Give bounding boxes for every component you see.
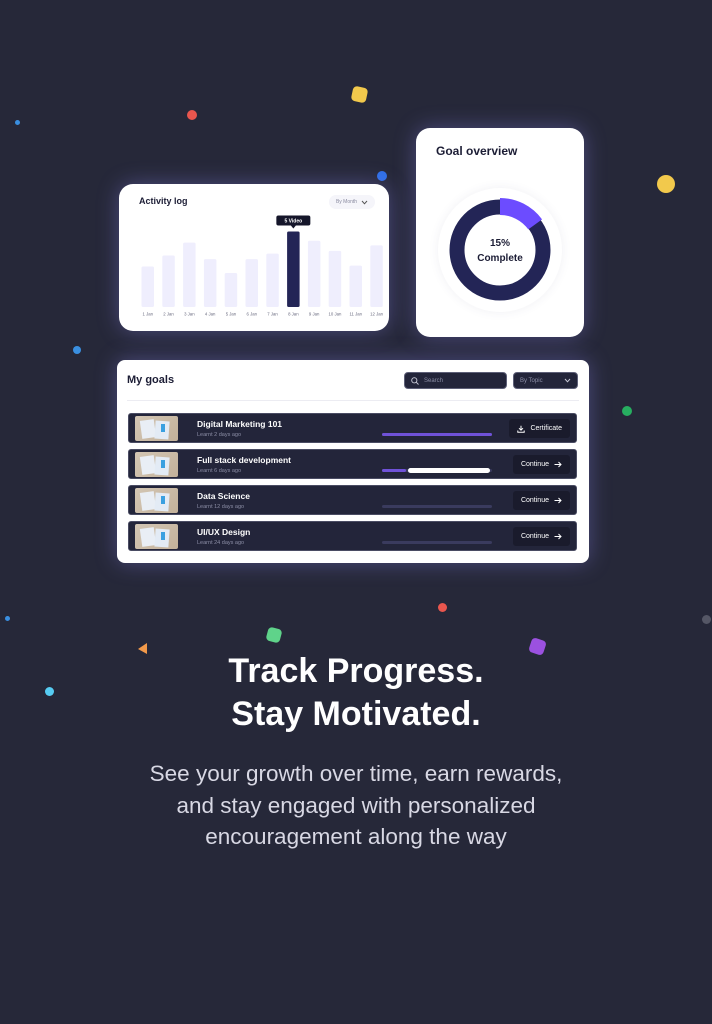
download-icon [517,425,526,433]
by-topic-dropdown[interactable]: By Topic [513,372,578,389]
activity-tooltip-pointer [290,225,296,229]
description: See your growth over time, earn rewards,… [120,758,592,853]
activity-x-tick-label: 8 Jan [288,312,299,317]
activity-bar[interactable] [203,259,217,307]
headline-line-1: Track Progress. [228,652,484,690]
continue-label: Continue [520,461,549,468]
goal-last-learnt: Learnt 2 days ago [197,432,242,438]
goal-name: Digital Marketing 101 [197,419,283,429]
description-line-2: and stay engaged with personalized [176,792,536,818]
confetti-dot [622,406,632,416]
goal-last-learnt: Learnt 24 days ago [197,540,245,546]
activity-x-tick-label: 4 Jan [205,312,216,317]
activity-bar[interactable] [141,266,155,307]
goal-name: UI/UX Design [197,527,251,537]
certificate-button[interactable]: Certificate [509,419,570,438]
goal-progress-bar [382,505,492,508]
goal-complete-label: Complete [477,253,523,264]
goal-name: Data Science [197,491,250,501]
activity-x-tick-label: 7 Jan [267,312,278,317]
headline: Track Progress. Stay Motivated. [0,650,712,736]
course-thumbnail [135,488,178,513]
activity-x-tick-label: 5 Jan [226,312,237,317]
confetti-dot [657,175,675,193]
goal-percent: 15% [489,238,510,249]
activity-log-title: Activity log [139,196,188,206]
description-line-1: See your growth over time, earn rewards, [149,761,563,786]
certificate-label: Certificate [530,425,562,432]
activity-x-tick-label: 10 Jan [328,312,342,317]
confetti-dot [702,615,711,624]
search-placeholder: Search [424,377,444,384]
confetti-dot [15,120,20,125]
continue-button[interactable]: Continue [512,455,570,474]
chevron-down-icon [361,200,368,205]
description-line-3: encouragement along the way [205,824,507,849]
goal-overview-card: Goal overview 15% Complete [416,128,584,337]
by-month-dropdown[interactable]: By Month [329,195,375,209]
arrow-right-icon [554,461,562,468]
goal-row-full-stack[interactable]: Full stack development Learnt 6 days ago… [128,449,577,479]
continue-label: Continue [520,533,549,540]
my-goals-card: My goals Search By Topic Digital Marketi… [117,360,589,563]
arrow-right-icon [554,533,562,540]
activity-log-card: 1 Jan 2 Jan 3 Jan 4 Jan 5 Jan 6 Jan 7 Jan 8 Jan… [119,184,389,331]
goal-name: Full stack development [197,455,291,465]
confetti-dot [187,110,197,120]
goal-row-ui-ux[interactable]: UI/UX Design Learnt 24 days ago Continue [128,521,577,551]
activity-tooltip-label: 5 Video [284,218,302,224]
goal-progress-bar [382,468,492,473]
activity-x-tick-label: 2 Jan [163,312,174,317]
continue-button[interactable]: Continue [512,491,570,510]
by-month-label: By Month [335,199,358,205]
activity-bar[interactable] [183,242,196,307]
goal-progress-bar [382,541,492,544]
activity-bar[interactable] [370,245,383,307]
goal-last-learnt: Learnt 12 days ago [197,504,245,510]
course-thumbnail [135,416,178,441]
course-thumbnail [135,452,178,477]
activity-x-tick-label: 3 Jan [184,312,195,317]
activity-bar[interactable] [266,253,279,307]
goal-row-data-science[interactable]: Data Science Learnt 12 days ago Continue [128,485,577,515]
goal-donut-chart: 15% Complete [438,188,562,312]
activity-bar[interactable] [307,240,321,307]
activity-x-tick-label: 6 Jan [246,312,257,317]
confetti-square [350,85,369,104]
confetti-dot [73,346,81,354]
activity-x-tick-label: 9 Jan [309,312,320,317]
activity-bar[interactable] [224,272,238,307]
search-input[interactable]: Search [404,372,507,389]
goal-row-digital-marketing[interactable]: Digital Marketing 101 Learnt 2 days ago … [128,413,577,443]
activity-bar[interactable] [287,231,300,307]
headline-line-2: Stay Motivated. [231,695,481,733]
confetti-dot [377,171,387,181]
activity-bar[interactable] [349,265,363,307]
chevron-down-icon [564,378,571,383]
activity-bar[interactable] [162,255,175,307]
search-icon [411,376,419,385]
my-goals-title: My goals [127,374,175,386]
goals-divider [127,400,579,401]
goal-progress-bar [382,433,492,436]
progress-slider-handle[interactable] [408,468,490,473]
course-thumbnail [135,524,178,549]
activity-bar[interactable] [245,259,259,307]
confetti-dot [438,603,447,612]
arrow-right-icon [554,497,562,504]
activity-bar[interactable] [328,250,342,307]
confetti-dot [5,616,10,621]
continue-button[interactable]: Continue [512,527,570,546]
activity-x-tick-label: 11 Jan [349,312,362,317]
confetti-square [265,626,283,644]
goal-overview-title: Goal overview [436,144,518,158]
activity-x-tick-label: 12 Jan [370,312,384,317]
activity-x-tick-label: 1 Jan [142,312,153,317]
goal-last-learnt: Learnt 6 days ago [197,468,242,474]
by-topic-label: By Topic [520,377,543,384]
continue-label: Continue [520,497,549,504]
